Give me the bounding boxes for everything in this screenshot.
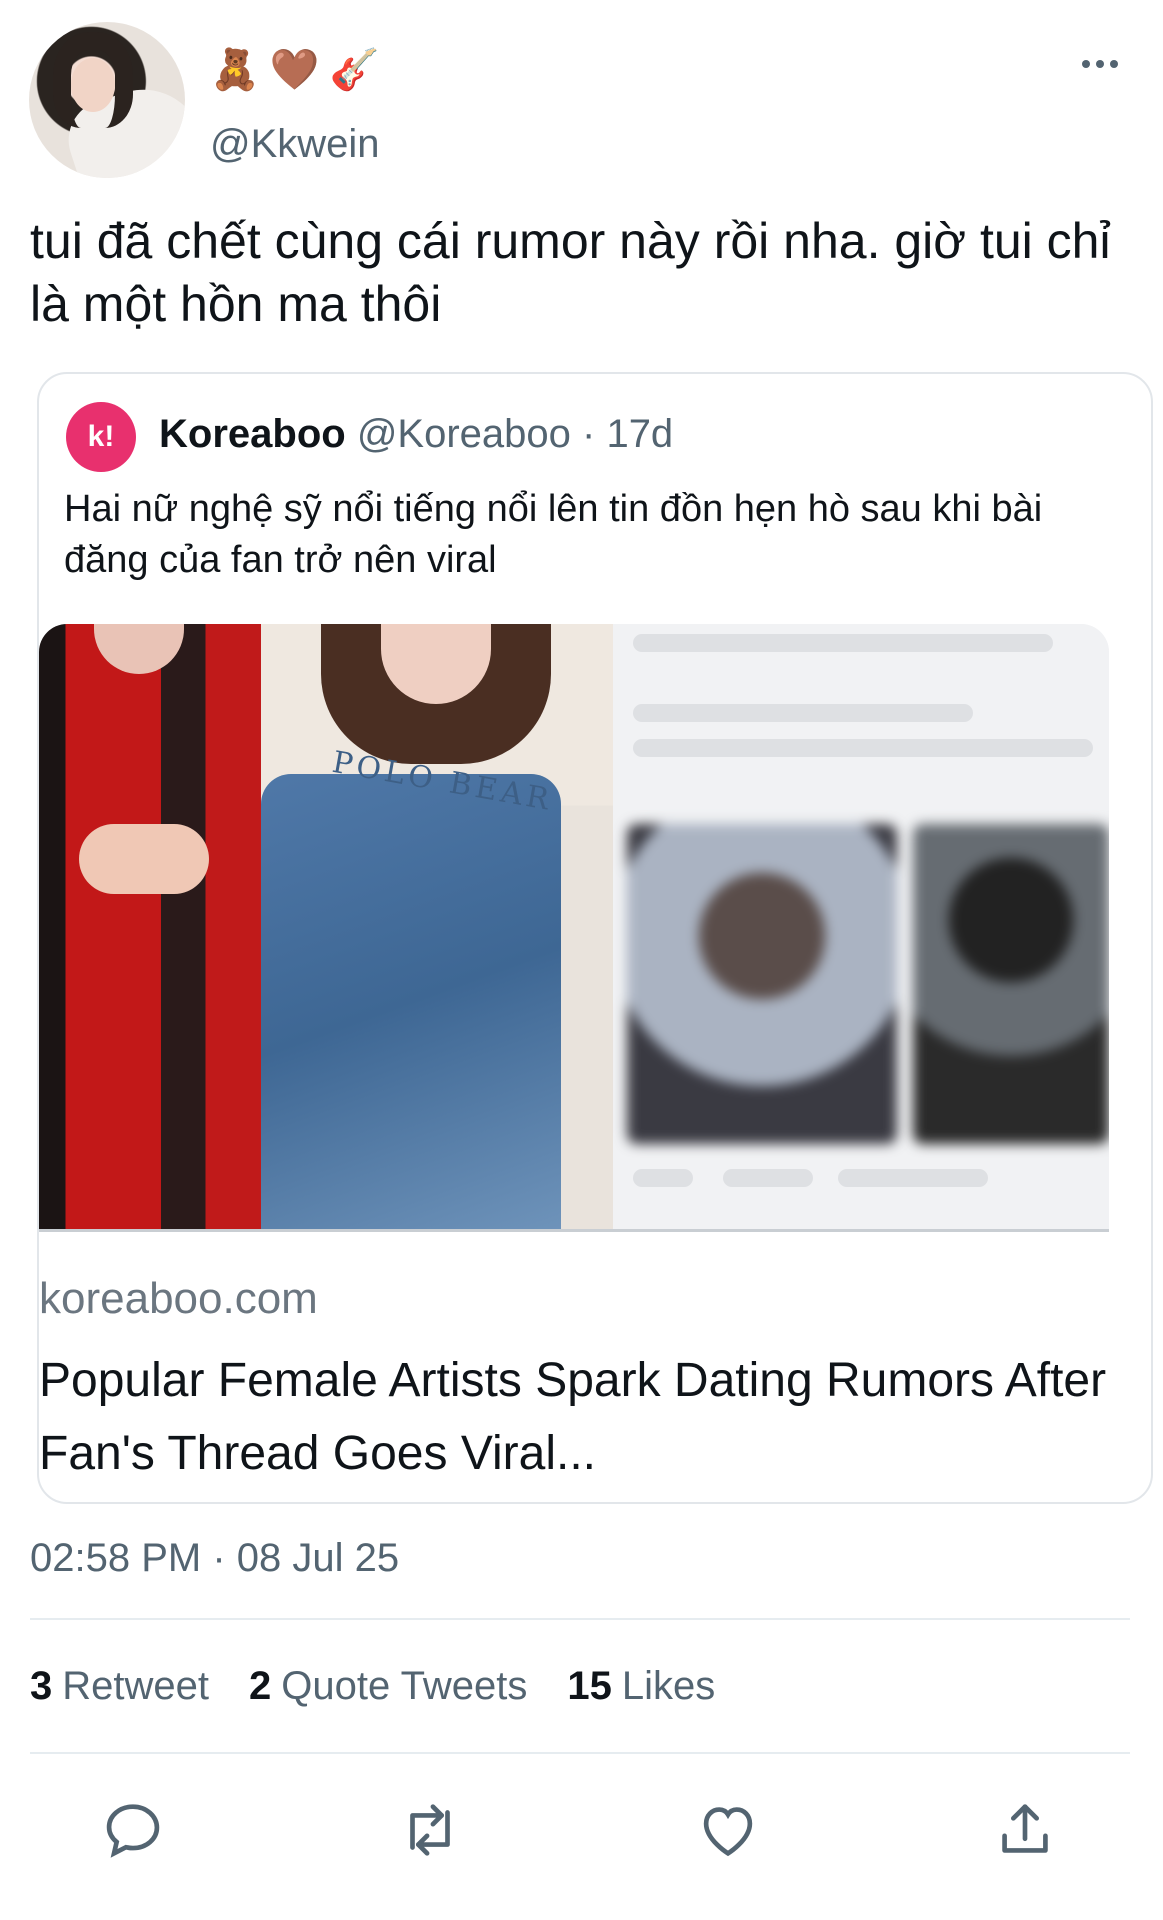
retweet-icon[interactable] [395,1795,465,1865]
display-name[interactable]: 🧸 🤎 🎸 [210,50,379,90]
quote-tweets-stat[interactable]: 2 Quote Tweets [249,1664,527,1709]
avatar[interactable] [29,22,185,178]
tweet-text: tui đã chết cùng cái rumor này rồi nha. … [30,213,1111,332]
retweet-stat[interactable]: 3 Retweet [30,1664,209,1709]
blurred-screenshot [613,624,1109,1229]
action-bar [0,1795,1163,1875]
quote-label: Quote Tweets [281,1664,528,1708]
photo-overalls: POLO BEAR [261,624,613,1229]
quoted-tweet-header: Koreaboo @Koreaboo · 17d [159,412,673,457]
retweet-count: 3 [30,1664,53,1708]
quoted-tweet-text: Hai nữ nghệ sỹ nổi tiếng nổi lên tin đồn… [64,488,1043,581]
brown-heart-emoji: 🤎 [269,48,320,92]
card-divider [39,1229,1109,1232]
engagement-stats: 3 Retweet 2 Quote Tweets 15 Likes [30,1664,715,1709]
photo-denim [261,774,561,1229]
blurred-line [633,704,973,722]
avatar-face [71,58,115,112]
blurred-line [633,1169,693,1187]
tweet-timestamp: 02:58 PM · 08 Jul 25 [30,1536,400,1580]
link-card-image[interactable]: POLO BEAR [39,624,1109,1229]
likes-stat[interactable]: 15 Likes [567,1664,715,1709]
blurred-photo [913,824,1109,1144]
likes-label: Likes [621,1664,716,1708]
photo-hands [79,824,209,894]
quote-count: 2 [249,1664,272,1708]
reply-icon[interactable] [98,1795,168,1865]
blurred-line [723,1169,813,1187]
teddy-bear-emoji: 🧸 [210,48,260,92]
blurred-line [838,1169,988,1187]
likes-count: 15 [567,1664,612,1708]
blurred-line [633,634,1053,652]
quoted-author-meta: @Koreaboo · 17d [356,412,674,456]
tweet-detail: 🧸 🤎 🎸 @Kkwein tui đã chết cùng cái rumor… [0,0,1163,1920]
share-icon[interactable] [990,1795,1060,1865]
blurred-line [633,739,1093,757]
divider [30,1618,1130,1620]
link-card-domain[interactable]: koreaboo.com [39,1274,318,1324]
photo-face [94,624,184,674]
photo-red-dress [39,624,261,1229]
guitar-emoji: 🎸 [329,48,380,92]
quoted-tweet[interactable]: k! Koreaboo @Koreaboo · 17d Hai nữ nghệ … [37,372,1153,1504]
blurred-photo [627,824,897,1144]
quoted-author-name[interactable]: Koreaboo [159,412,346,456]
retweet-label: Retweet [62,1664,209,1708]
divider [30,1752,1130,1754]
link-card-title[interactable]: Popular Female Artists Spark Dating Rumo… [39,1344,1119,1490]
more-options-icon[interactable] [1082,60,1118,68]
user-handle[interactable]: @Kkwein [210,122,380,167]
koreaboo-logo-icon[interactable]: k! [66,402,136,472]
like-icon[interactable] [693,1795,763,1865]
